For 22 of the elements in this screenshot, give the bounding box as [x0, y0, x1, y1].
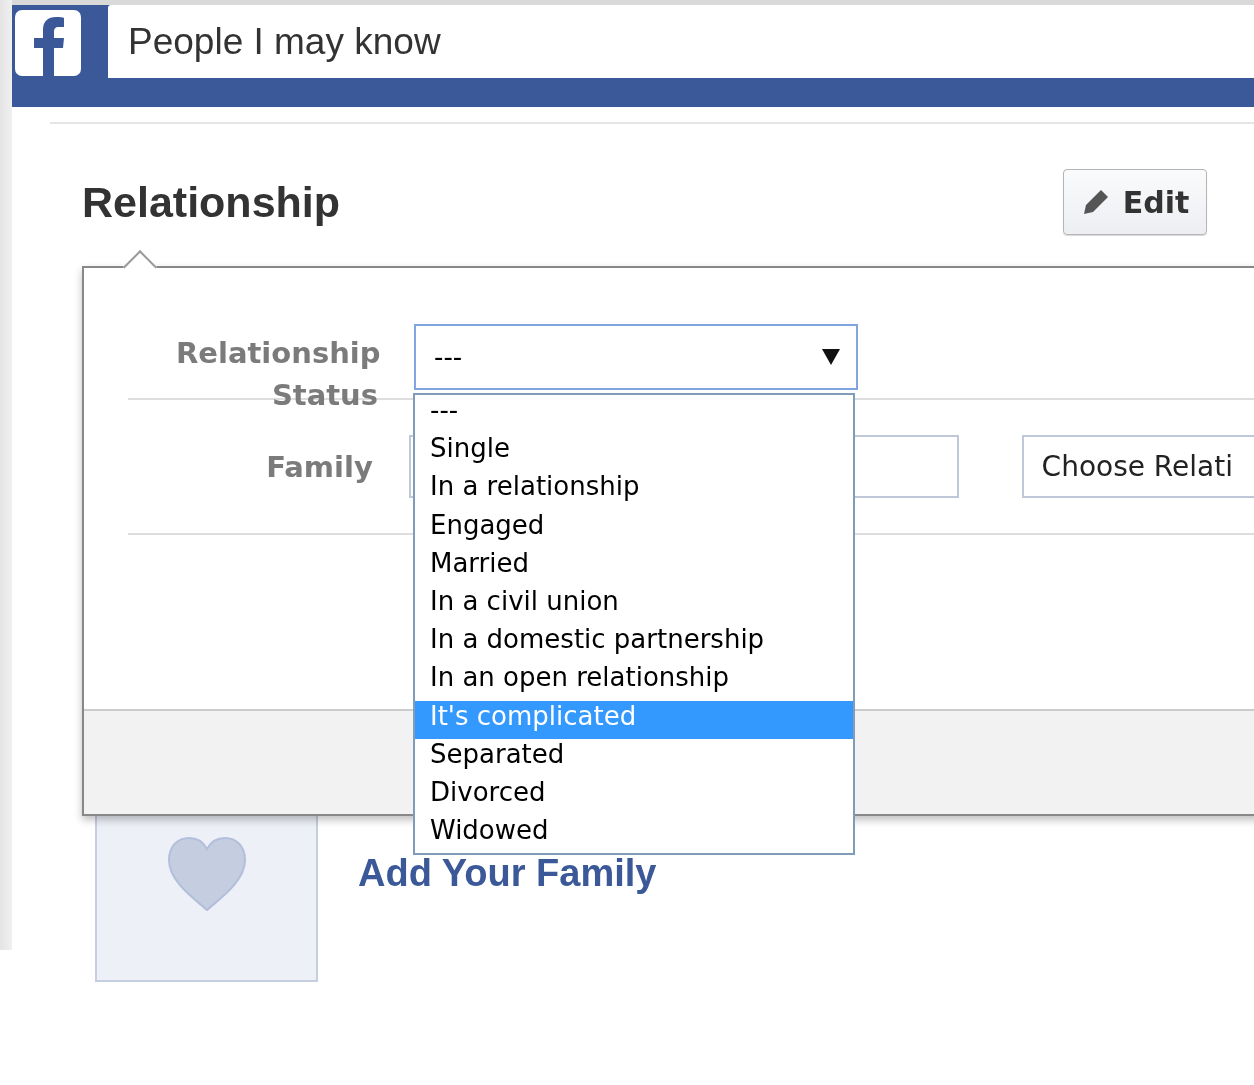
dropdown-option[interactable]: Single [415, 433, 853, 472]
dropdown-option[interactable]: In an open relationship [415, 662, 853, 701]
facebook-logo-icon[interactable] [15, 10, 81, 76]
page-title: People I may know [108, 5, 1254, 78]
dropdown-option[interactable]: Married [415, 547, 853, 586]
add-family-title[interactable]: Add Your Family [358, 852, 657, 895]
field-label: Relationship Status [176, 335, 378, 414]
dropdown-option[interactable]: In a relationship [415, 471, 853, 510]
section-title: Relationship [82, 177, 342, 227]
dropdown-option[interactable]: Divorced [415, 776, 853, 816]
field-label: Family [265, 449, 373, 484]
dropdown-option[interactable]: In a civil union [415, 585, 853, 625]
dropdown-option[interactable]: Widowed [415, 815, 853, 854]
edit-button[interactable]: Edit [1063, 169, 1207, 235]
dropdown-option[interactable]: --- [415, 395, 853, 434]
relationship-status-select[interactable]: --- [414, 324, 858, 390]
heart-icon [165, 836, 248, 912]
caret-icon [822, 349, 840, 365]
dropdown-option[interactable]: Separated [415, 738, 853, 777]
dropdown-option[interactable]: Engaged [415, 509, 853, 548]
relation-select[interactable]: Choose Relati [1021, 435, 1254, 498]
dropdown-option[interactable]: In a domestic partnership [415, 624, 853, 663]
